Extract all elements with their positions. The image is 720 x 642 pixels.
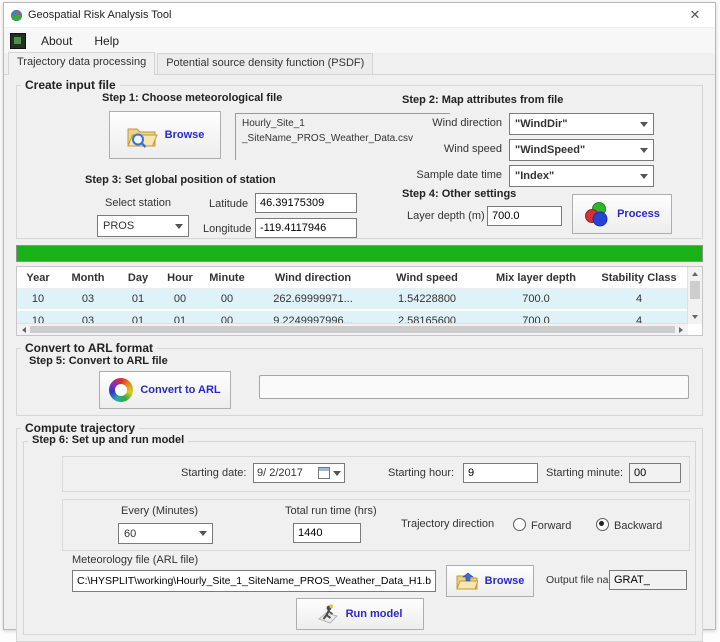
met-file-field[interactable] [72, 570, 436, 592]
layer-depth-field[interactable] [487, 206, 562, 226]
browse-label: Browse [165, 129, 205, 141]
rgb-circles-icon [584, 201, 610, 227]
title-bar: Geospatial Risk Analysis Tool ✕ [4, 3, 715, 28]
wind-speed-select[interactable]: "WindSpeed" [509, 139, 654, 161]
total-run-time-label: Total run time (hrs) [285, 505, 377, 517]
select-station-label: Select station [105, 197, 171, 209]
folder-search-icon [126, 122, 158, 149]
folder-arrow-icon [456, 572, 478, 590]
table-header-row: Year Month Day Hour Minute Wind directio… [17, 267, 687, 289]
sample-date-time-select[interactable]: "Index" [509, 165, 654, 187]
layer-depth-label: Layer depth (m) [407, 210, 485, 222]
process-button[interactable]: Process [572, 194, 672, 234]
group-title: Compute trajectory [21, 421, 139, 435]
met-file-label: Meteorology file (ARL file) [72, 554, 198, 566]
runner-icon [317, 603, 339, 625]
menu-item-help[interactable]: Help [85, 31, 128, 51]
starting-minute-label: Starting minute: [546, 467, 623, 479]
convert-to-arl-label: Convert to ARL [140, 384, 220, 396]
menu-bar: About Help [4, 28, 715, 53]
run-model-button[interactable]: Run model [296, 598, 424, 630]
longitude-label: Longitude [203, 223, 251, 235]
step4-title: Step 4: Other settings [402, 188, 516, 200]
chevron-down-icon [199, 531, 207, 536]
group-title: Convert to ARL format [21, 341, 157, 355]
table-horizontal-scrollbar[interactable] [17, 323, 688, 335]
menu-item-about[interactable]: About [32, 31, 81, 51]
wind-direction-label: Wind direction [357, 117, 502, 129]
tab-trajectory-data-processing[interactable]: Trajectory data processing [8, 52, 155, 75]
total-run-time-field[interactable] [293, 523, 361, 543]
arl-progress-bar [259, 375, 689, 399]
start-datetime-panel: Starting date: 9/ 2/2017 Starting hour: … [62, 456, 690, 492]
process-label: Process [617, 208, 660, 220]
starting-date-label: Starting date: [181, 467, 246, 479]
tab-psdf[interactable]: Potential source density function (PSDF) [157, 53, 373, 74]
backward-radio[interactable]: Backward [596, 518, 662, 532]
starting-minute-field[interactable] [629, 463, 681, 483]
starting-hour-label: Starting hour: [388, 467, 454, 479]
sample-date-time-label: Sample date time [357, 169, 502, 181]
step6-title: Step 6: Set up and run model [28, 434, 188, 446]
forward-radio[interactable]: Forward [513, 518, 571, 532]
scroll-down-icon[interactable] [688, 312, 702, 322]
chevron-down-icon [175, 224, 183, 229]
station-select[interactable]: PROS [97, 215, 189, 237]
chevron-down-icon [640, 148, 648, 153]
step1-title: Step 1: Choose meteorological file [102, 92, 282, 104]
wind-direction-select[interactable]: "WindDir" [509, 113, 654, 135]
group-title: Create input file [21, 78, 120, 92]
calendar-icon [318, 467, 330, 479]
step5-title: Step 5: Convert to ARL file [29, 355, 168, 367]
weather-data-table: Year Month Day Hour Minute Wind directio… [16, 266, 703, 336]
starting-date-picker[interactable]: 9/ 2/2017 [253, 463, 345, 483]
longitude-field[interactable] [255, 218, 357, 238]
browse-arl-file-button[interactable]: Browse [446, 565, 534, 597]
latitude-label: Latitude [209, 198, 248, 210]
table-vertical-scrollbar[interactable] [687, 267, 702, 324]
every-minutes-label: Every (Minutes) [121, 505, 198, 517]
process-progress-bar [16, 245, 703, 262]
radio-checked-icon [596, 518, 609, 531]
chevron-down-icon [640, 174, 648, 179]
run-model-label: Run model [346, 608, 403, 620]
app-window: Geospatial Risk Analysis Tool ✕ About He… [3, 2, 716, 630]
table-row[interactable]: 10 03 01 00 00 262.69999971... 1.5422880… [17, 289, 687, 311]
window-title: Geospatial Risk Analysis Tool [28, 9, 681, 21]
step6-group: Step 6: Set up and run model Starting da… [23, 441, 696, 635]
create-input-file-group: Create input file Step 1: Choose meteoro… [16, 85, 703, 239]
latitude-field[interactable] [255, 193, 357, 213]
tab-content: Create input file Step 1: Choose meteoro… [4, 85, 715, 642]
progress-fill [17, 246, 702, 261]
convert-to-arl-group: Convert to ARL format Step 5: Convert to… [16, 348, 703, 416]
scroll-up-icon[interactable] [688, 269, 702, 279]
step3-title: Step 3: Set global position of station [85, 174, 276, 186]
chevron-down-icon [333, 471, 341, 476]
wind-speed-label: Wind speed [357, 143, 502, 155]
color-ring-icon [109, 378, 133, 402]
scroll-left-icon[interactable] [19, 324, 29, 335]
compute-trajectory-group: Compute trajectory Step 6: Set up and ru… [16, 428, 703, 642]
vertical-scroll-thumb[interactable] [690, 281, 700, 299]
close-icon[interactable]: ✕ [681, 7, 709, 23]
run-settings-panel: Every (Minutes) 60 Total run time (hrs) … [62, 499, 690, 551]
step2-title: Step 2: Map attributes from file [402, 94, 563, 106]
chevron-down-icon [640, 122, 648, 127]
menu-app-icon [10, 33, 26, 49]
scroll-right-icon[interactable] [676, 324, 686, 335]
tab-strip: Trajectory data processing Potential sou… [4, 53, 715, 75]
browse-label: Browse [485, 575, 525, 587]
output-prefix-field[interactable] [609, 570, 687, 590]
starting-hour-field[interactable] [463, 463, 538, 483]
radio-icon [513, 518, 526, 531]
trajectory-direction-label: Trajectory direction [401, 518, 494, 530]
browse-met-file-button[interactable]: Browse [109, 111, 221, 159]
app-icon [10, 9, 23, 22]
every-minutes-select[interactable]: 60 [118, 523, 213, 544]
horizontal-scroll-thumb[interactable] [30, 326, 675, 333]
convert-to-arl-button[interactable]: Convert to ARL [99, 371, 231, 409]
